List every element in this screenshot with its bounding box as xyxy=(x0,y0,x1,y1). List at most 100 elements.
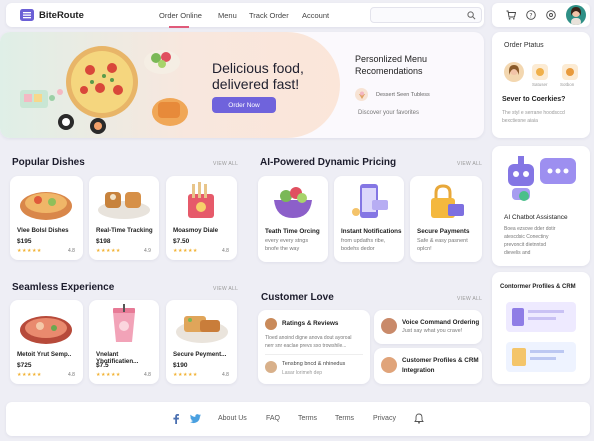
bell-icon[interactable] xyxy=(414,413,424,424)
cart-icon[interactable] xyxy=(506,10,516,20)
profile-thumb-2 xyxy=(512,348,526,366)
drink-image xyxy=(113,304,135,342)
dish-name: Secure Peyment... xyxy=(173,351,227,358)
hero-banner: Delicious food, delivered fast! Order No… xyxy=(0,32,484,138)
menu-recs-title-2: Recomendations xyxy=(355,66,423,76)
dish-image xyxy=(20,316,72,344)
status-avatar xyxy=(504,62,524,82)
dish-rating: 4.8 xyxy=(222,248,229,254)
feature-desc-2: bodehs dedor xyxy=(341,246,375,252)
nav-account[interactable]: Account xyxy=(302,11,329,20)
feature-name: Instant Notifications xyxy=(341,228,402,235)
profile-line xyxy=(530,350,564,353)
seamless-card-1[interactable]: Metoit Yrut Semp.. $725 ★★★★★ 4.8 xyxy=(10,300,83,384)
feature-name: Teath Time Orcing xyxy=(265,228,320,235)
dish-name: Metoit Yrut Semp.. xyxy=(17,351,72,358)
crm-avatar xyxy=(381,357,397,373)
feature-desc-1: every every stngs xyxy=(265,238,309,244)
dish-price: $190 xyxy=(173,362,188,369)
reviewer-role: Lasar lorimeh dep xyxy=(282,370,323,376)
help-icon[interactable]: ? xyxy=(526,10,536,20)
star-rating-icons: ★★★★★ xyxy=(173,248,198,254)
dish-rating: 4.8 xyxy=(144,372,151,378)
chatbot-desc-1: Boea ezsove dder dotir xyxy=(504,226,556,232)
hero-food-illustration xyxy=(20,46,188,134)
crm-integration-card[interactable]: Customer Profiles & CRM Integration xyxy=(374,348,482,384)
dish-rating: 4.8 xyxy=(68,248,75,254)
seamless-title: Seamless Experience xyxy=(12,282,115,293)
customer-profiles-card[interactable]: Contormer Profiles & CRM xyxy=(492,272,590,384)
search-input[interactable] xyxy=(370,7,482,23)
salad-bowl-icon xyxy=(274,187,312,218)
profile-line xyxy=(528,310,564,313)
popular-card-3[interactable]: Moasmoy Diale $7.50 ★★★★★ 4.8 xyxy=(166,176,237,260)
seamless-view-all[interactable]: VIEW ALL xyxy=(213,286,238,292)
dish-price: $725 xyxy=(17,362,32,369)
customer-love-view-all[interactable]: VIEW ALL xyxy=(457,296,482,302)
svg-text:?: ? xyxy=(529,12,532,19)
chatbot-card[interactable]: AI Chatbot Assistance Boea ezsove dder d… xyxy=(492,146,590,266)
star-rating-icons: ★★★★★ xyxy=(173,372,198,378)
pricing-card-2[interactable]: Instant Notifications from updaths ribe,… xyxy=(334,176,404,262)
footer-privacy[interactable]: Privacy xyxy=(373,415,396,422)
twitter-icon[interactable] xyxy=(190,414,201,424)
feature-desc-1: from updaths ribe, xyxy=(341,238,386,244)
settings-icon[interactable] xyxy=(546,10,556,20)
voice-ordering-card[interactable]: Voice Command Ordering Just say what you… xyxy=(374,310,482,344)
reviewer-avatar xyxy=(265,318,277,330)
dish-image xyxy=(188,182,214,218)
dish-price: $7.50 xyxy=(173,238,190,245)
right-header: ? xyxy=(492,3,590,27)
dish-rating: 4.9 xyxy=(144,248,151,254)
footer-faq[interactable]: FAQ xyxy=(266,415,280,422)
voice-title: Voice Command Ordering xyxy=(402,319,480,326)
reviews-card[interactable]: Ratings & Reviews Tloed anoind digne ano… xyxy=(258,310,370,384)
brand-name[interactable]: BiteRoute xyxy=(39,10,84,21)
dish-name: Vlee Bolsl Dishes xyxy=(17,227,69,234)
status-label-1: Satuser xyxy=(532,82,548,87)
dish-price: $7.5 xyxy=(96,362,109,369)
pricing-view-all[interactable]: VIEW ALL xyxy=(457,161,482,167)
dish-price: $195 xyxy=(17,238,32,245)
feature-desc-2: bnofe the way xyxy=(265,246,300,252)
dish-image xyxy=(20,192,72,220)
chatbot-desc-2: atescdsic Conectiny xyxy=(504,234,549,240)
menu-icon[interactable] xyxy=(20,9,34,21)
nav-track-order[interactable]: Track Order xyxy=(249,11,289,20)
nav-order-online[interactable]: Order Online xyxy=(159,11,202,20)
user-avatar[interactable] xyxy=(566,5,586,25)
star-rating-icons: ★★★★★ xyxy=(96,248,121,254)
order-now-button[interactable]: Order Now xyxy=(212,97,276,113)
popular-card-2[interactable]: Real-Time Tracking $198 ★★★★★ 4.9 xyxy=(89,176,159,260)
status-sub-2: bexctiesne aiaia xyxy=(502,118,538,124)
order-status-title: Order Ptatus xyxy=(504,42,544,49)
popular-card-1[interactable]: Vlee Bolsl Dishes $195 ★★★★★ 4.8 xyxy=(10,176,83,260)
status-question: Sever to Coerkies? xyxy=(502,96,566,103)
reviewer-avatar-2 xyxy=(265,361,277,373)
profiles-title: Contormer Profiles & CRM xyxy=(500,284,576,290)
menu-recs-title-1: Personlized Menu xyxy=(355,54,428,64)
voice-desc: Just say what you crave! xyxy=(402,328,463,334)
seamless-card-3[interactable]: Secure Peyment... $190 ★★★★★ 4.8 xyxy=(166,300,237,384)
crm-title-1: Customer Profiles & CRM xyxy=(402,357,479,364)
footer-about[interactable]: About Us xyxy=(218,415,247,422)
review-divider xyxy=(265,354,363,355)
profile-thumb-1 xyxy=(512,308,524,326)
popular-title: Popular Dishes xyxy=(12,157,85,168)
customer-love-title: Customer Love xyxy=(261,292,334,303)
seamless-card-2[interactable]: Vnelant Yhotificatien... $7.5 ★★★★★ 4.8 xyxy=(89,300,159,384)
pricing-card-1[interactable]: Teath Time Orcing every every stngs bnof… xyxy=(258,176,328,262)
popular-view-all[interactable]: VIEW ALL xyxy=(213,161,238,167)
order-now-label: Order Now xyxy=(228,101,260,109)
facebook-icon[interactable] xyxy=(172,414,180,424)
footer-terms-1[interactable]: Terms xyxy=(298,415,317,422)
feature-desc-1: Safe & easy pasnent xyxy=(417,238,468,244)
pricing-card-3[interactable]: Secure Payments Safe & easy pasnent oplc… xyxy=(410,176,482,262)
dessert-icon xyxy=(355,88,368,101)
chatbot-desc-3: prevoncit dietnntsd xyxy=(504,242,546,248)
menu-recs-item[interactable]: Dessert Seen Tubless xyxy=(376,92,430,98)
nav-menu[interactable]: Menu xyxy=(218,11,237,20)
dish-name: Real-Time Tracking xyxy=(96,227,153,234)
reviews-title: Ratings & Reviews xyxy=(282,320,339,327)
footer-terms-2[interactable]: Terms xyxy=(335,415,354,422)
